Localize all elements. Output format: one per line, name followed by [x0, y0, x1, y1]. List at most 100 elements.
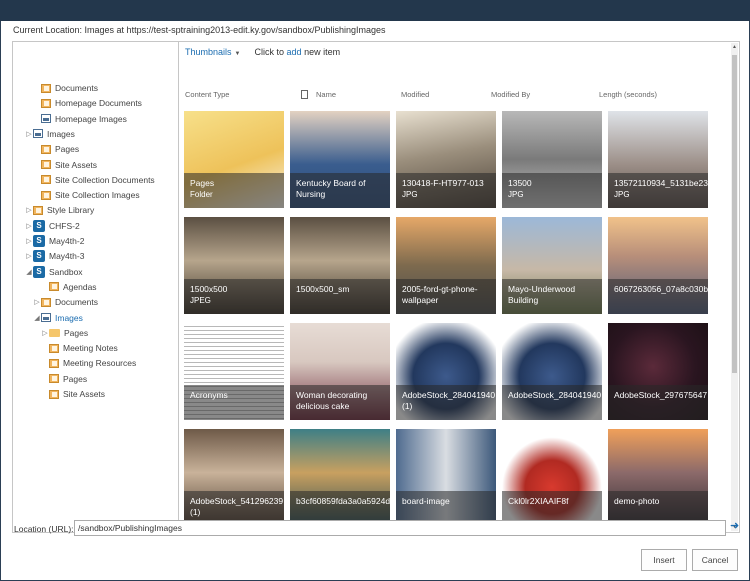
tree-item[interactable]: Pages — [41, 372, 87, 386]
document-library-icon — [49, 374, 59, 384]
add-link[interactable]: add — [287, 47, 302, 57]
thumbnail-name: 13572110934_5131be23 — [614, 178, 708, 188]
tree-item[interactable]: Agendas — [41, 280, 97, 294]
thumbnail-tile[interactable]: AdobeStock_284041940 (1) — [396, 323, 496, 420]
scroll-thumb[interactable] — [732, 55, 737, 373]
thumbnail-tile[interactable]: 13572110934_5131be23 JPG — [608, 111, 708, 208]
asset-picker-dialog: Current Location: Images at https://test… — [0, 21, 750, 581]
insert-button[interactable]: Insert — [641, 549, 687, 571]
view-selector[interactable]: Thumbnails ▼ — [185, 47, 240, 57]
tree-item[interactable]: ▷ S May4th-2 — [25, 234, 84, 248]
thumbnail-name: 1500x500 — [190, 284, 228, 294]
column-name[interactable]: Name — [301, 90, 336, 99]
thumbnail-name: Ckl0lr2XIAAIF8f — [508, 496, 569, 506]
thumbnail-tile[interactable]: AdobeStock_284041940 — [502, 323, 602, 420]
tree-item[interactable]: ▷ Pages — [41, 326, 88, 340]
dialog-title-bar — [0, 0, 750, 21]
tree-item[interactable]: Site Assets — [33, 158, 97, 172]
cancel-button[interactable]: Cancel — [692, 549, 738, 571]
thumbnail-tile[interactable]: board-image — [396, 429, 496, 526]
thumbnail-tile[interactable]: Mayo-Underwood Building — [502, 217, 602, 314]
tree-item[interactable]: Documents — [33, 81, 98, 95]
expand-arrow-icon[interactable]: ▷ — [25, 252, 33, 260]
go-arrow-icon[interactable]: ➜ — [730, 519, 739, 532]
thumbnail-tile[interactable]: Woman decorating delicious cake — [290, 323, 390, 420]
column-name-label: Name — [316, 90, 337, 99]
content-pane: Thumbnails ▼ Click to add new item Conten… — [179, 42, 739, 532]
tree-item[interactable]: Homepage Documents — [33, 96, 142, 110]
scroll-up-icon[interactable]: ▲ — [731, 43, 738, 51]
expand-arrow-icon[interactable]: ◢ — [33, 314, 41, 322]
tree-item-label: Sandbox — [49, 266, 83, 277]
thumbnail-tile[interactable]: Acronyms — [184, 323, 284, 420]
tree-item[interactable]: Pages — [33, 142, 79, 156]
tree-item[interactable]: Site Collection Images — [33, 188, 140, 202]
thumbnail-caption: 130418-F-HT977-013 JPG — [396, 173, 496, 208]
thumbnail-type: JPG — [402, 190, 418, 199]
chevron-down-icon: ▼ — [234, 51, 241, 57]
tree-item[interactable]: ◢ S Sandbox — [25, 265, 83, 279]
thumbnail-name: board-image — [402, 496, 450, 506]
thumbnail-tile[interactable]: 1500x500_sm — [290, 217, 390, 314]
tree-item-label: Images — [55, 312, 83, 323]
thumbnail-tile[interactable]: b3cf60859fda3a0a5924d — [290, 429, 390, 526]
thumbnail-name: b3cf60859fda3a0a5924d — [296, 496, 390, 506]
tree-item[interactable]: Meeting Notes — [41, 341, 118, 355]
expand-arrow-icon[interactable]: ▷ — [25, 130, 33, 138]
thumbnail-name: 130418-F-HT977-013 — [402, 178, 484, 188]
thumbnail-name: Kentucky Board of Nursing — [296, 178, 366, 199]
expand-arrow-icon[interactable]: ◢ — [25, 268, 33, 276]
tree-item[interactable]: Site Assets — [41, 387, 105, 401]
thumbnail-caption: 13572110934_5131be23 JPG — [608, 173, 708, 208]
tree-item-label: Style Library — [47, 205, 95, 216]
thumbnail-caption: 6067263056_07a8c030b — [608, 279, 708, 314]
tree-item[interactable]: ◢ Images — [33, 311, 83, 325]
thumbnail-caption: Woman decorating delicious cake — [290, 385, 390, 420]
tree-item[interactable]: ▷ Images — [25, 127, 75, 141]
thumbnail-tile[interactable]: 6067263056_07a8c030b — [608, 217, 708, 314]
expand-arrow-icon[interactable]: ▷ — [25, 206, 33, 214]
tree-item[interactable]: Homepage Images — [33, 112, 127, 126]
thumbnail-tile[interactable]: Kentucky Board of Nursing — [290, 111, 390, 208]
tree-item-label: Site Collection Images — [55, 190, 140, 201]
thumbnail-tile[interactable]: 1500x500 JPEG — [184, 217, 284, 314]
document-library-icon — [41, 175, 51, 185]
thumbnail-tile[interactable]: 130418-F-HT977-013 JPG — [396, 111, 496, 208]
tree-item-label: Homepage Images — [55, 113, 127, 124]
view-selector-label: Thumbnails — [185, 47, 232, 57]
tree-item[interactable]: Meeting Resources — [41, 356, 136, 370]
thumbnail-tile[interactable]: Ckl0lr2XIAAIF8f — [502, 429, 602, 526]
thumbnail-name: Mayo-Underwood Building — [508, 284, 576, 305]
expand-arrow-icon[interactable]: ▷ — [41, 329, 49, 337]
thumbnail-caption: AdobeStock_284041940 (1) — [396, 385, 496, 420]
thumbnail-tile[interactable]: 13500 JPG — [502, 111, 602, 208]
column-modified[interactable]: Modified — [401, 90, 429, 99]
tree-item[interactable]: ▷ Style Library — [25, 203, 94, 217]
thumbnail-tile[interactable]: demo-photo — [608, 429, 708, 526]
tree-item[interactable]: ▷ Documents — [33, 295, 98, 309]
thumbnail-name: AdobeStock_297675647 — [614, 390, 708, 400]
document-library-icon — [49, 389, 59, 399]
thumbnail-tile[interactable]: Pages Folder — [184, 111, 284, 208]
thumbnail-tile[interactable]: 2005-ford-gt-phone-wallpaper — [396, 217, 496, 314]
tree-item[interactable]: ▷ S CHFS-2 — [25, 219, 80, 233]
location-url-input[interactable] — [74, 520, 726, 536]
thumbnail-name: 2005-ford-gt-phone-wallpaper — [402, 284, 478, 305]
tree-item-label: Images — [47, 128, 75, 139]
thumbnail-tile[interactable]: AdobeStock_541296239 (1) — [184, 429, 284, 526]
expand-arrow-icon[interactable]: ▷ — [33, 298, 41, 306]
thumbnail-tile[interactable]: AdobeStock_297675647 — [608, 323, 708, 420]
tree-item-label: Site Collection Documents — [55, 174, 155, 185]
expand-arrow-icon[interactable]: ▷ — [25, 237, 33, 245]
tree-item-label: CHFS-2 — [49, 220, 80, 231]
tree-item[interactable]: Site Collection Documents — [33, 173, 155, 187]
column-length[interactable]: Length (seconds) — [599, 90, 657, 99]
tree-item-label: Documents — [55, 83, 98, 93]
tree-item[interactable]: ▷ S May4th-3 — [25, 249, 84, 263]
expand-arrow-icon[interactable]: ▷ — [25, 222, 33, 230]
column-content-type[interactable]: Content Type — [185, 90, 229, 99]
vertical-scrollbar[interactable]: ▲ ▼ — [731, 43, 738, 531]
column-modified-by[interactable]: Modified By — [491, 90, 530, 99]
document-library-icon — [33, 205, 43, 215]
document-library-icon — [41, 160, 51, 169]
